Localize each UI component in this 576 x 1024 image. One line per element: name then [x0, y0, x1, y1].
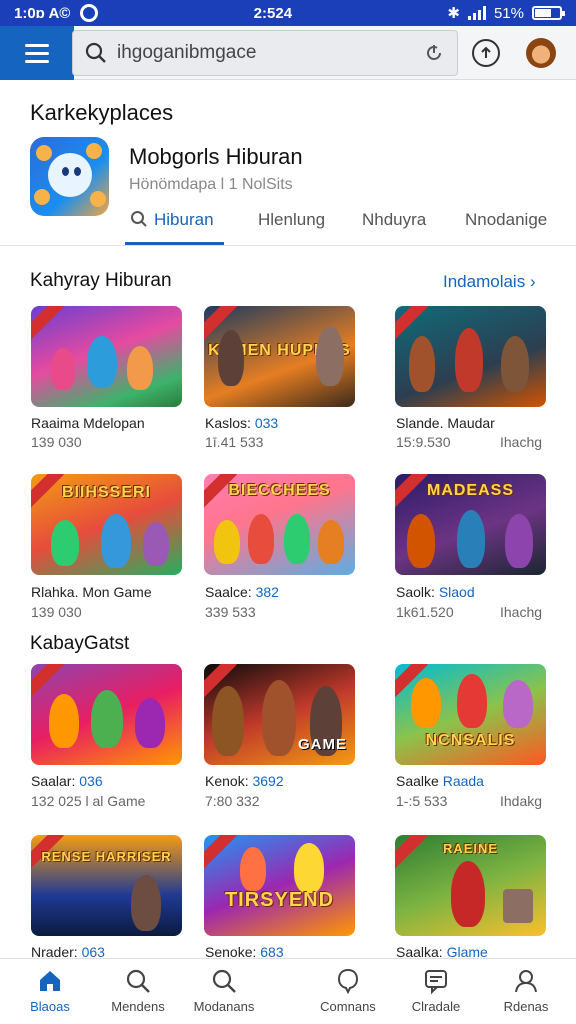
tab-nnodanige[interactable]: Nnodanige	[465, 210, 547, 230]
game-thumbnail[interactable]: BIECCHEES	[204, 474, 355, 575]
profile-icon	[515, 970, 537, 993]
game-title[interactable]: Rlahka. Mon Game	[31, 584, 152, 600]
game-tag: Ihachg	[500, 434, 543, 450]
game-thumbnail[interactable]: MADEASS	[395, 474, 546, 575]
chat-icon	[337, 968, 359, 995]
nav-label: Comnans	[320, 999, 376, 1014]
active-tab-indicator	[125, 242, 224, 245]
nav-label: Modanans	[193, 999, 255, 1014]
avatar[interactable]	[526, 38, 556, 68]
search-icon	[131, 211, 147, 227]
thumbnail-text: RAEINE	[442, 841, 499, 856]
game-thumbnail[interactable]: TIRSYEND	[204, 835, 355, 936]
game-thumbnail[interactable]	[31, 664, 182, 765]
battery-icon	[531, 6, 565, 20]
game-meta: 1ī.41 533	[205, 434, 264, 450]
search-icon	[85, 42, 106, 63]
search-icon	[212, 969, 236, 993]
thumbnail-text: GAME	[298, 736, 347, 753]
app-bar: ihgoganibmgace	[0, 26, 576, 80]
search-icon	[126, 969, 150, 993]
game-tag: Ihachg	[500, 604, 543, 620]
bottom-navigation: Blaoas Mendens Modanans Comnans Clradale…	[0, 958, 576, 1024]
thumbnail-text: RENSE HARRISER	[41, 849, 172, 864]
game-title[interactable]: Saolk: Slaod	[396, 584, 475, 600]
game-title[interactable]: Slande. Maudar	[396, 415, 495, 431]
message-icon	[425, 970, 447, 995]
game-thumbnail[interactable]: BIIHSSERI	[31, 474, 182, 575]
game-thumbnail[interactable]: RENSE HARRISER	[31, 835, 182, 936]
nav-explore[interactable]: Modanans	[176, 959, 272, 1024]
tab-nhduyra[interactable]: Nhduyra	[362, 210, 426, 230]
game-meta: 132 025 l al Game	[31, 793, 146, 809]
game-title[interactable]: Saalce: 382	[205, 584, 279, 600]
nav-home[interactable]: Blaoas	[2, 959, 98, 1024]
game-title[interactable]: Saalar: 036	[31, 773, 103, 789]
game-title[interactable]: Kaslos: 033	[205, 415, 278, 431]
bluetooth-icon: ✱	[447, 5, 460, 22]
game-title[interactable]: Raaima Mdelopan	[31, 415, 145, 431]
nav-profile[interactable]: Rdenas	[478, 959, 574, 1024]
thumbnail-text: TIRSYEND	[224, 889, 335, 911]
status-left-text: 1:0ɒ A©	[14, 4, 71, 22]
home-icon	[40, 971, 60, 991]
nav-label: Rdenas	[503, 999, 549, 1014]
game-meta: 139 030	[31, 434, 82, 450]
notification-icon	[80, 4, 99, 22]
tab-bar: Hiburan Hlenlung Nhduyra Nnodanige	[0, 200, 576, 246]
search-input[interactable]: ihgoganibmgace	[117, 42, 423, 64]
category-title: Kahyray Hiburan	[30, 270, 172, 291]
see-all-label: Indamolais	[443, 272, 526, 291]
nav-search[interactable]: Mendens	[90, 959, 186, 1024]
game-title[interactable]: Saalke Raada	[396, 773, 484, 789]
thumbnail-text: BIECCHEES	[228, 482, 331, 499]
game-meta: 7:80 332	[205, 793, 260, 809]
thumbnail-text: MADEASS	[426, 482, 514, 499]
game-meta: 15:9.530	[396, 434, 451, 450]
tab-label: Hiburan	[154, 210, 214, 229]
nav-label: Clradale	[411, 999, 461, 1014]
status-time: 2:524	[253, 4, 293, 22]
game-thumbnail[interactable]: NCNSALIS	[395, 664, 546, 765]
arrow-up-icon	[481, 46, 491, 58]
game-meta: 139 030	[31, 604, 82, 620]
refresh-icon[interactable]	[423, 42, 445, 64]
game-meta: 1‑:5 533	[396, 793, 448, 809]
tab-hiburan[interactable]: Hiburan	[130, 210, 214, 230]
game-thumbnail[interactable]	[395, 306, 546, 407]
game-thumbnail[interactable]: GAME	[204, 664, 355, 765]
nav-messages[interactable]: Clradale	[388, 959, 484, 1024]
tab-hlenlung[interactable]: Hlenlung	[258, 210, 325, 230]
page-title: Karkekyplaces	[30, 100, 174, 125]
nav-comments[interactable]: Comnans	[300, 959, 396, 1024]
battery-percent: 51%	[493, 4, 524, 22]
thumbnail-text: BIIHSSERI	[61, 484, 151, 501]
see-all-link[interactable]: Indamolais ›	[443, 272, 536, 292]
nav-label: Blaoas	[30, 999, 70, 1014]
upload-button[interactable]	[472, 39, 500, 67]
nav-label: Mendens	[111, 999, 165, 1014]
search-bar[interactable]: ihgoganibmgace	[72, 30, 458, 76]
game-meta: 339 533	[205, 604, 256, 620]
game-title[interactable]: Kenok: 3692	[205, 773, 284, 789]
game-thumbnail[interactable]	[31, 306, 182, 407]
signal-icon	[467, 6, 486, 20]
game-thumbnail[interactable]: RAEINE	[395, 835, 546, 936]
category-title: KabayGatst	[30, 633, 130, 654]
thumbnail-text: NCNSALIS	[425, 732, 516, 749]
app-subtitle: Hönömdapa l 1 NolSits	[129, 176, 293, 193]
game-tag: Ihdakg	[500, 793, 543, 809]
status-bar: 1:0ɒ A© 2:524 ✱ 51%	[0, 0, 576, 26]
chevron-right-icon: ›	[529, 272, 536, 291]
app-name: Mobgorls Hiburan	[129, 144, 303, 169]
game-meta: 1k61.520	[396, 604, 454, 620]
game-thumbnail[interactable]: KAMEN HUPBRS	[204, 306, 355, 407]
app-screen: 1:0ɒ A© 2:524 ✱ 51% ihgoganibmgace Karke…	[0, 0, 576, 1024]
hamburger-menu-button[interactable]	[0, 26, 74, 80]
